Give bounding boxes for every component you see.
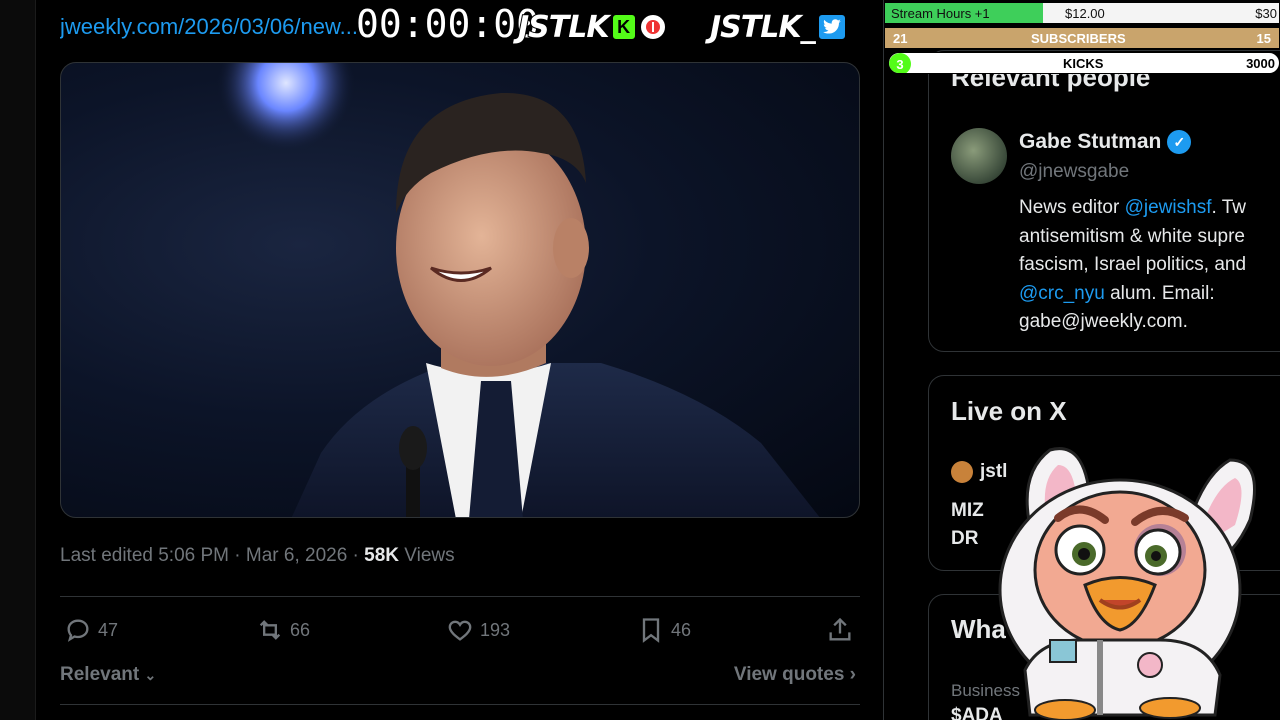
stream-timer: 00:00:00 [356,2,540,46]
like-button[interactable]: 193 [446,612,510,648]
replies-sort-dropdown[interactable]: Relevant ⌄ [60,664,156,686]
brand-text: JSTLK [517,9,611,46]
goal-label: SUBSCRIBERS [1031,31,1126,46]
goal-subscribers: 21 SUBSCRIBERS 15 [884,27,1280,49]
chevron-down-icon: ⌄ [144,667,157,683]
avatar[interactable] [951,128,1007,184]
profile-name: Gabe Stutman [1019,130,1162,153]
verified-badge-icon: ✓ [1167,130,1192,154]
sort-label: Relevant [60,664,140,685]
share-icon [829,617,851,641]
repost-button[interactable]: 66 [256,612,310,648]
mascot-character [998,447,1256,720]
view-quotes-label: View quotes [733,664,845,685]
bookmark-count: 46 [671,619,692,640]
bio-text: alum. Email: [1104,282,1215,304]
kick-logo-icon: K [610,13,637,41]
brand-text: JSTLK_ [709,9,817,46]
bio-line: @crc_nyu alum. Email: [1019,280,1280,309]
twitter-bird-icon [816,13,847,41]
divider [60,596,860,597]
mention-link[interactable]: @jewishsf [1125,197,1212,218]
goal-label: Stream Hours +1 [891,6,990,21]
views-label: Views [399,545,455,566]
bird-icon [822,19,841,34]
bio-line: antisemitism & white supre [1019,223,1280,252]
repost-count: 66 [290,619,311,640]
goal-count: 21 [893,31,908,46]
heart-icon [448,620,472,641]
profile-handle[interactable]: @jnewsgabe [1019,161,1129,183]
goal-kicks: 3 KICKS 3000 [888,52,1280,74]
record-dot-icon [645,20,660,34]
bio-line: News editor @jewishsf. Tw [1019,194,1280,223]
repost-icon [259,620,281,640]
goal-current: $12.00 [1065,6,1105,21]
edited-timestamp: Last edited 5:06 PM · Mar 6, 2026 · [60,545,365,566]
bookmark-button[interactable]: 46 [637,612,691,648]
record-icon [638,13,667,41]
goal-stream-hours: Stream Hours +1 $12.00 $30 [884,2,1280,24]
goal-target: $30 [1255,6,1277,21]
brand-logo-kick: JSTLK K [517,8,667,46]
like-count: 193 [480,619,511,640]
mention-link[interactable]: @crc_nyu [1019,283,1105,304]
reply-button[interactable]: 47 [64,612,118,648]
divider [60,704,860,705]
goal-target: 3000 [1246,56,1275,71]
brand-logo-twitter: JSTLK_ [709,8,847,46]
live-title: Live on X [951,396,1067,426]
bio-text: News editor [1019,197,1125,218]
goal-target: 15 [1256,31,1271,46]
left-gutter [0,0,36,720]
live-space-title[interactable]: DR [951,528,978,550]
profile-bio: News editor @jewishsf. Tw antisemitism &… [1019,194,1280,337]
live-space-title[interactable]: MIZ [951,500,984,522]
chevron-right-icon: › [849,664,856,685]
bookmark-icon [642,618,660,643]
tweet-media-image[interactable] [60,62,860,518]
tweet-actions: 47 66 193 46 [60,612,860,648]
views-count: 58K [364,545,400,566]
bio-text: . Tw [1211,197,1246,218]
stream-goals: Stream Hours +1 $12.00 $30 21 SUBSCRIBER… [884,2,1280,77]
bio-line: fascism, Israel politics, and [1019,251,1280,280]
goal-count: 3 [889,53,911,73]
speaker-photo [216,63,820,517]
reply-count: 47 [98,619,119,640]
bio-line: gabe@jweekly.com. [1019,308,1280,337]
share-button[interactable] [826,612,854,648]
tweet-meta: Last edited 5:06 PM · Mar 6, 2026 · 58K … [60,545,455,567]
reply-icon [67,619,89,642]
goal-label: KICKS [1063,56,1104,71]
avatar[interactable] [951,461,973,483]
bio-text: fascism, Israel politics, and [1019,254,1247,275]
bio-text: gabe@jweekly.com. [1019,311,1188,332]
profile-name-link[interactable]: Gabe Stutman ✓ [1019,130,1192,154]
view-quotes-link[interactable]: View quotes › [734,664,856,686]
bio-text: antisemitism & white supre [1019,225,1245,247]
